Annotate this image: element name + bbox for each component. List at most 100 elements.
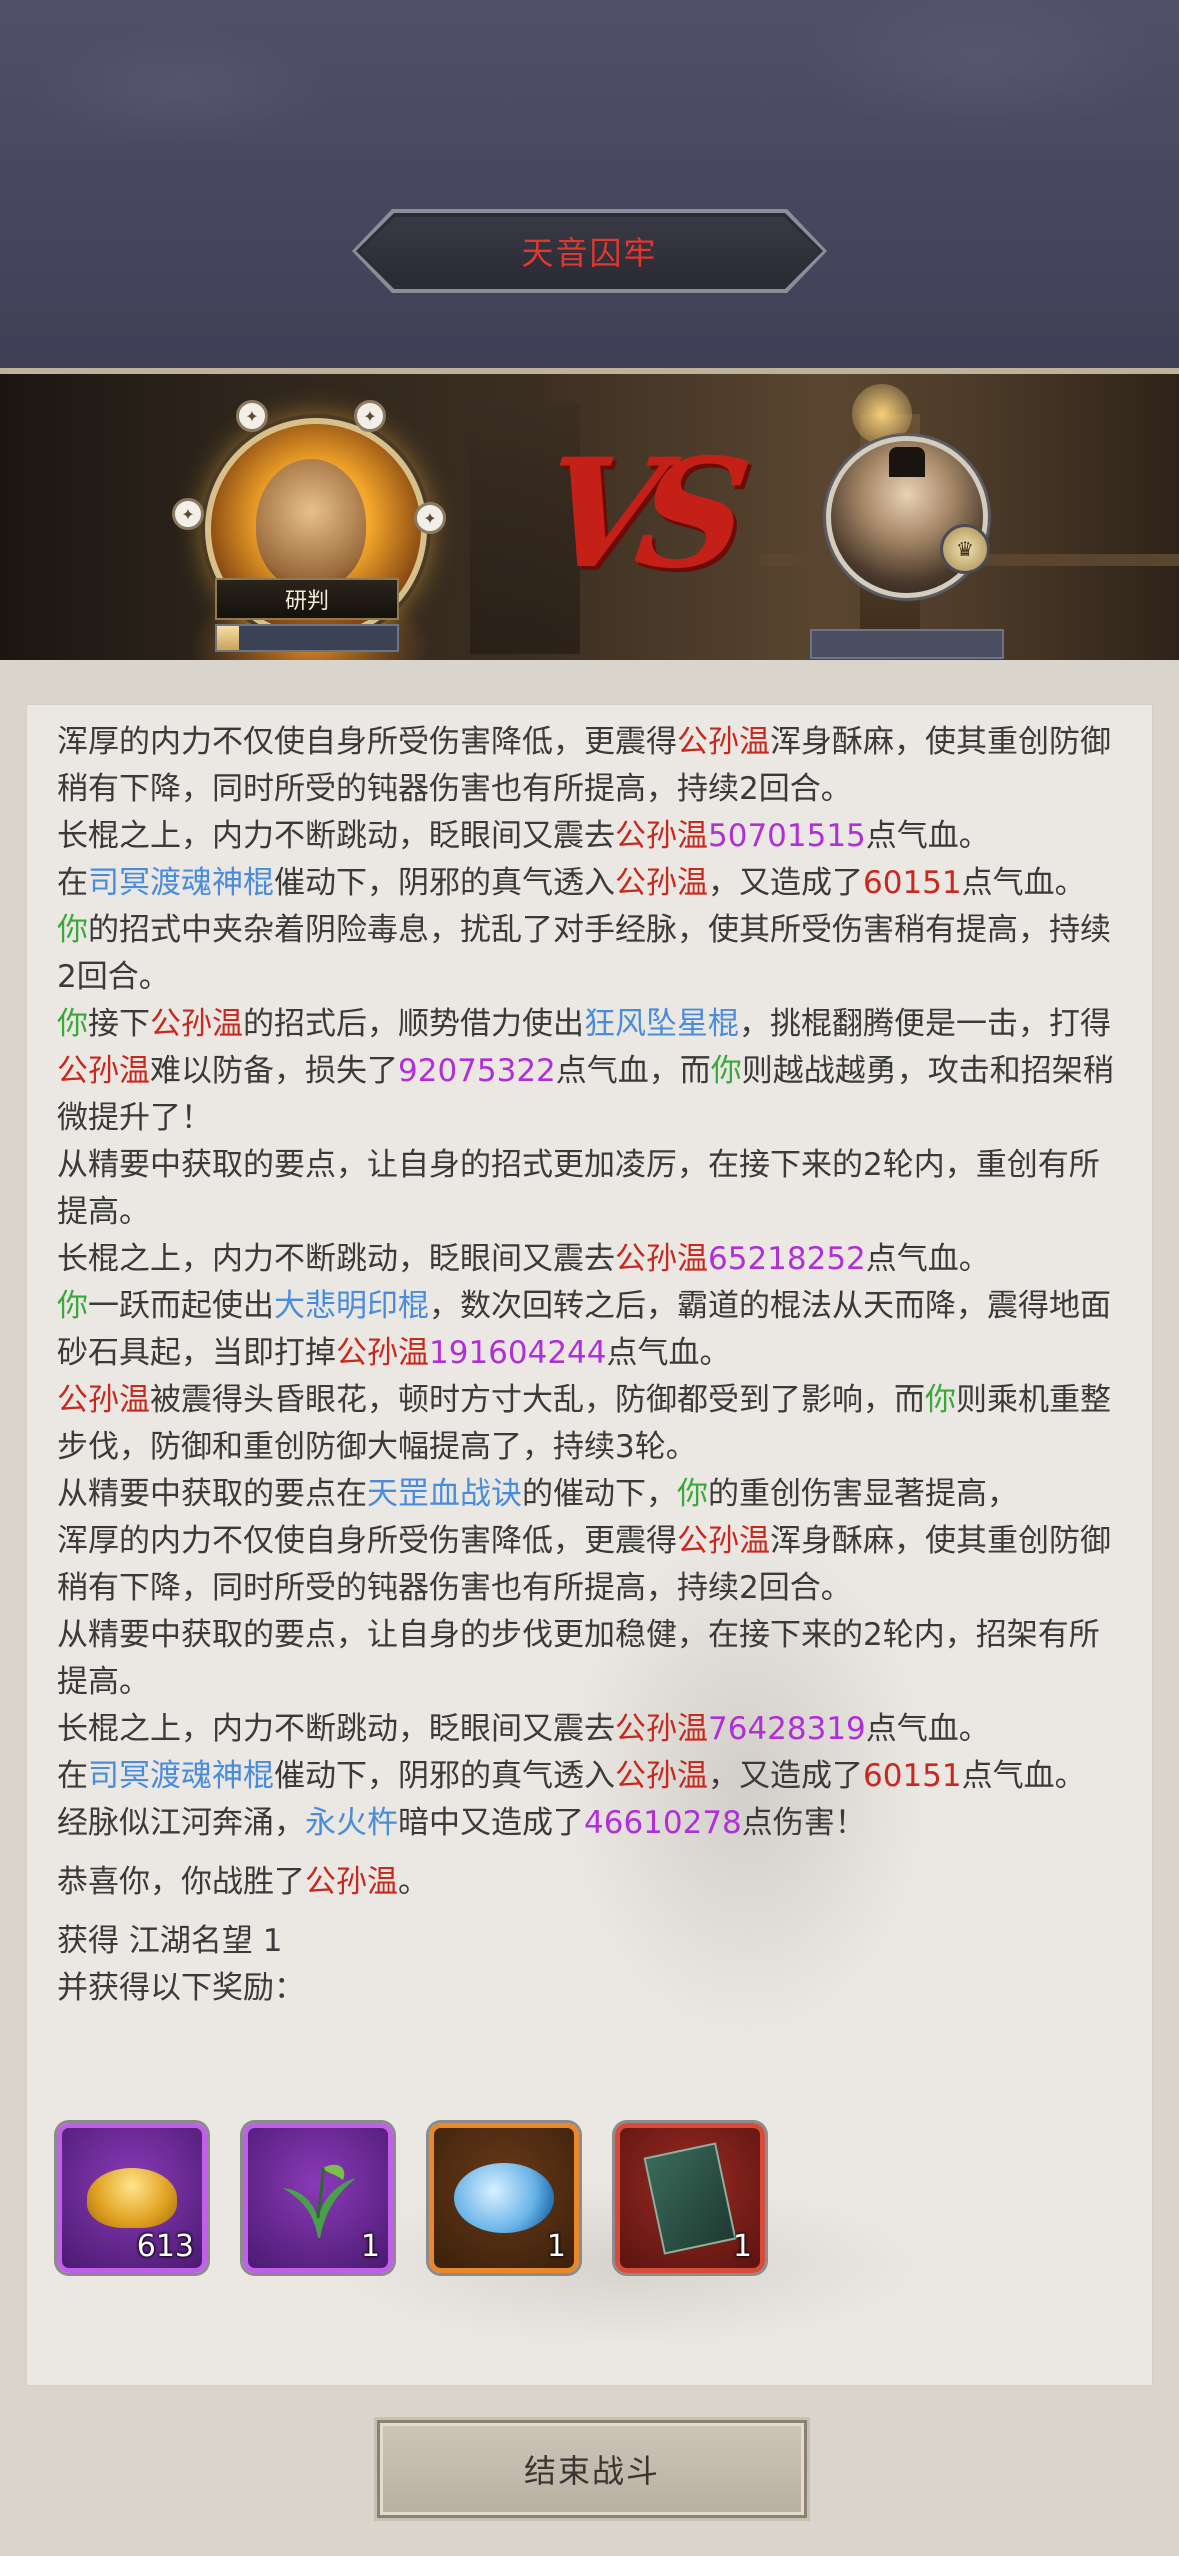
- log-highlight-red: 公孙温: [615, 818, 708, 854]
- log-highlight-green: 你: [57, 1288, 88, 1324]
- player-health-fill: [217, 626, 239, 650]
- log-highlight-green: 你: [925, 1382, 956, 1418]
- log-entry: 从精要中获取的要点，让自身的招式更加凌厉，在接下来的2轮内，重创有所提高。: [57, 1142, 1122, 1236]
- log-highlight-red: 公孙温: [615, 865, 708, 901]
- log-highlight-purple: 76428319: [708, 1711, 866, 1747]
- log-entry: 从精要中获取的要点在天罡血战诀的催动下，你的重创伤害显著提高，: [57, 1471, 1122, 1518]
- buff-icon[interactable]: ✦: [414, 502, 446, 534]
- reward-item[interactable]: 1: [243, 2123, 393, 2273]
- log-text: 从精要中获取的要点，让自身的招式更加凌厉，在接下来的2轮内，重创有所提高。: [57, 1147, 1100, 1230]
- log-text: 点伤害！: [741, 1805, 866, 1841]
- log-text: 接下: [88, 1006, 150, 1042]
- log-highlight-red: 公孙温: [677, 724, 770, 760]
- herb-icon: [268, 2148, 368, 2248]
- log-highlight-purple: 50701515: [708, 818, 866, 854]
- log-text: 浑厚的内力不仅使自身所受伤害降低，更震得: [57, 724, 677, 760]
- battle-banner: ✦ ✦ ✦ ✦ 研判 VS ♛: [0, 374, 1179, 660]
- log-text: 长棍之上，内力不断跳动，眨眼间又震去: [57, 818, 615, 854]
- log-highlight-red: 公孙温: [57, 1382, 150, 1418]
- reward-count: 1: [732, 2229, 752, 2264]
- reward-item[interactable]: 1: [429, 2123, 579, 2273]
- rewards-label: 并获得以下奖励：: [57, 1970, 305, 2006]
- log-text: 点气血。: [606, 1335, 731, 1371]
- log-text: 在: [57, 1758, 88, 1794]
- log-text: 被震得头昏眼花，顿时方寸大乱，防御都受到了影响，而: [150, 1382, 925, 1418]
- log-highlight-red: 公孙温: [57, 1053, 150, 1089]
- log-entry: 你接下公孙温的招式后，顺势借力使出狂风坠星棍，挑棍翻腾便是一击，打得公孙温难以防…: [57, 1001, 1122, 1142]
- log-text: 点气血。: [865, 818, 990, 854]
- log-text: 从精要中获取的要点在: [57, 1476, 367, 1512]
- lamp-glow: [852, 384, 912, 444]
- log-text: 从精要中获取的要点，让自身的步伐更加稳健，在接下来的2轮内，招架有所提高。: [57, 1617, 1100, 1700]
- fame-reward-text: 获得 江湖名望 1: [57, 1923, 283, 1959]
- log-text: 点气血，而: [555, 1053, 711, 1089]
- log-text: 浑厚的内力不仅使自身所受伤害降低，更震得: [57, 1523, 677, 1559]
- log-text: ，挑棍翻腾便是一击，打得: [739, 1006, 1111, 1042]
- buff-icon[interactable]: ✦: [172, 498, 204, 530]
- log-entry: 在司冥渡魂神棍催动下，阴邪的真气透入公孙温，又造成了60151点气血。: [57, 1753, 1122, 1800]
- log-highlight-blue: 司冥渡魂神棍: [88, 1758, 274, 1794]
- log-text: 点气血。: [865, 1711, 990, 1747]
- log-text: 催动下，阴邪的真气透入: [274, 865, 615, 901]
- log-text: 的催动下，: [522, 1476, 677, 1512]
- battle-log: 浑厚的内力不仅使自身所受伤害降低，更震得公孙温浑身酥麻，使其重创防御稍有下降，同…: [57, 719, 1122, 2012]
- top-header: 天音囚牢: [0, 0, 1179, 374]
- log-entry: 经脉似江河奔涌，永火杵暗中又造成了46610278点伤害！: [57, 1800, 1122, 1847]
- log-highlight-purple: 65218252: [708, 1241, 866, 1277]
- log-text: 在: [57, 865, 88, 901]
- log-highlight-purple: 191604244: [429, 1335, 607, 1371]
- log-highlight-red: 60151: [863, 1758, 962, 1794]
- enemy-rank-badge-icon: ♛: [940, 524, 990, 574]
- log-highlight-green: 你: [710, 1053, 742, 1089]
- enemy-health-bar: [810, 629, 1004, 659]
- log-highlight-green: 你: [57, 1006, 88, 1042]
- player-portrait: [256, 459, 366, 589]
- enemy-hat: [889, 447, 925, 477]
- reward-item[interactable]: 1: [615, 2123, 765, 2273]
- log-entry: 浑厚的内力不仅使自身所受伤害降低，更震得公孙温浑身酥麻，使其重创防御稍有下降，同…: [57, 719, 1122, 813]
- log-entry: 你一跃而起使出大悲明印棍，数次回转之后，霸道的棍法从天而降，震得地面砂石具起，当…: [57, 1283, 1122, 1377]
- log-text: 。: [398, 1864, 429, 1900]
- buff-icon[interactable]: ✦: [354, 400, 386, 432]
- log-highlight-purple: 46610278: [584, 1805, 742, 1841]
- log-text: 的重创伤害显著提高，: [708, 1476, 1018, 1512]
- log-entry: 公孙温被震得头昏眼花，顿时方寸大乱，防御都受到了影响，而你则乘机重整步伐，防御和…: [57, 1377, 1122, 1471]
- log-highlight-blue: 永火杵: [305, 1805, 398, 1841]
- log-text: 长棍之上，内力不断跳动，眨眼间又震去: [57, 1711, 615, 1747]
- battle-log-panel[interactable]: 浑厚的内力不仅使自身所受伤害降低，更震得公孙温浑身酥麻，使其重创防御稍有下降，同…: [26, 704, 1153, 2386]
- vs-emblem: VS: [532, 426, 738, 602]
- log-entry: 长棍之上，内力不断跳动，眨眼间又震去公孙温76428319点气血。: [57, 1706, 1122, 1753]
- log-highlight-blue: 天罡血战诀: [367, 1476, 522, 1512]
- title-plate: 天音囚牢: [356, 213, 823, 289]
- log-highlight-green: 你: [57, 912, 88, 948]
- log-text: ，又造成了: [708, 1758, 863, 1794]
- log-text: ，又造成了: [708, 865, 863, 901]
- log-text: 难以防备，损失了: [150, 1053, 398, 1089]
- log-text: 点气血。: [961, 1758, 1086, 1794]
- log-highlight-red: 公孙温: [677, 1523, 770, 1559]
- log-highlight-red: 公孙温: [150, 1006, 243, 1042]
- log-text: 恭喜你，你战胜了: [57, 1864, 305, 1900]
- end-battle-button[interactable]: 结束战斗: [377, 2420, 807, 2518]
- log-highlight-blue: 司冥渡魂神棍: [88, 865, 274, 901]
- log-highlight-red: 公孙温: [615, 1241, 708, 1277]
- log-text: 点气血。: [865, 1241, 990, 1277]
- log-entry: 从精要中获取的要点，让自身的步伐更加稳健，在接下来的2轮内，招架有所提高。: [57, 1612, 1122, 1706]
- log-highlight-purple: 92075322: [398, 1053, 556, 1089]
- reward-item[interactable]: 613: [57, 2123, 207, 2273]
- log-text: 暗中又造成了: [398, 1805, 584, 1841]
- log-entry: 浑厚的内力不仅使自身所受伤害降低，更震得公孙温浑身酥麻，使其重创防御稍有下降，同…: [57, 1518, 1122, 1612]
- buff-icon[interactable]: ✦: [236, 400, 268, 432]
- log-text: 的招式中夹杂着阴险毒息，扰乱了对手经脉，使其所受伤害稍有提高，持续2回合。: [57, 912, 1111, 995]
- log-highlight-red: 公孙温: [615, 1758, 708, 1794]
- log-text: 点气血。: [961, 865, 1086, 901]
- log-entry: 长棍之上，内力不断跳动，眨眼间又震去公孙温65218252点气血。: [57, 1236, 1122, 1283]
- victory-message: 恭喜你，你战胜了公孙温。: [57, 1859, 1122, 1906]
- log-entry: 在司冥渡魂神棍催动下，阴邪的真气透入公孙温，又造成了60151点气血。: [57, 860, 1122, 907]
- reward-list: 613 1 1 1: [57, 2123, 765, 2273]
- player-name-tag: 研判: [215, 578, 399, 620]
- log-entry: 你的招式中夹杂着阴险毒息，扰乱了对手经脉，使其所受伤害稍有提高，持续2回合。: [57, 907, 1122, 1001]
- log-highlight-red: 公孙温: [615, 1711, 708, 1747]
- log-highlight-blue: 大悲明印棍: [274, 1288, 429, 1324]
- player-health-bar: [215, 624, 399, 652]
